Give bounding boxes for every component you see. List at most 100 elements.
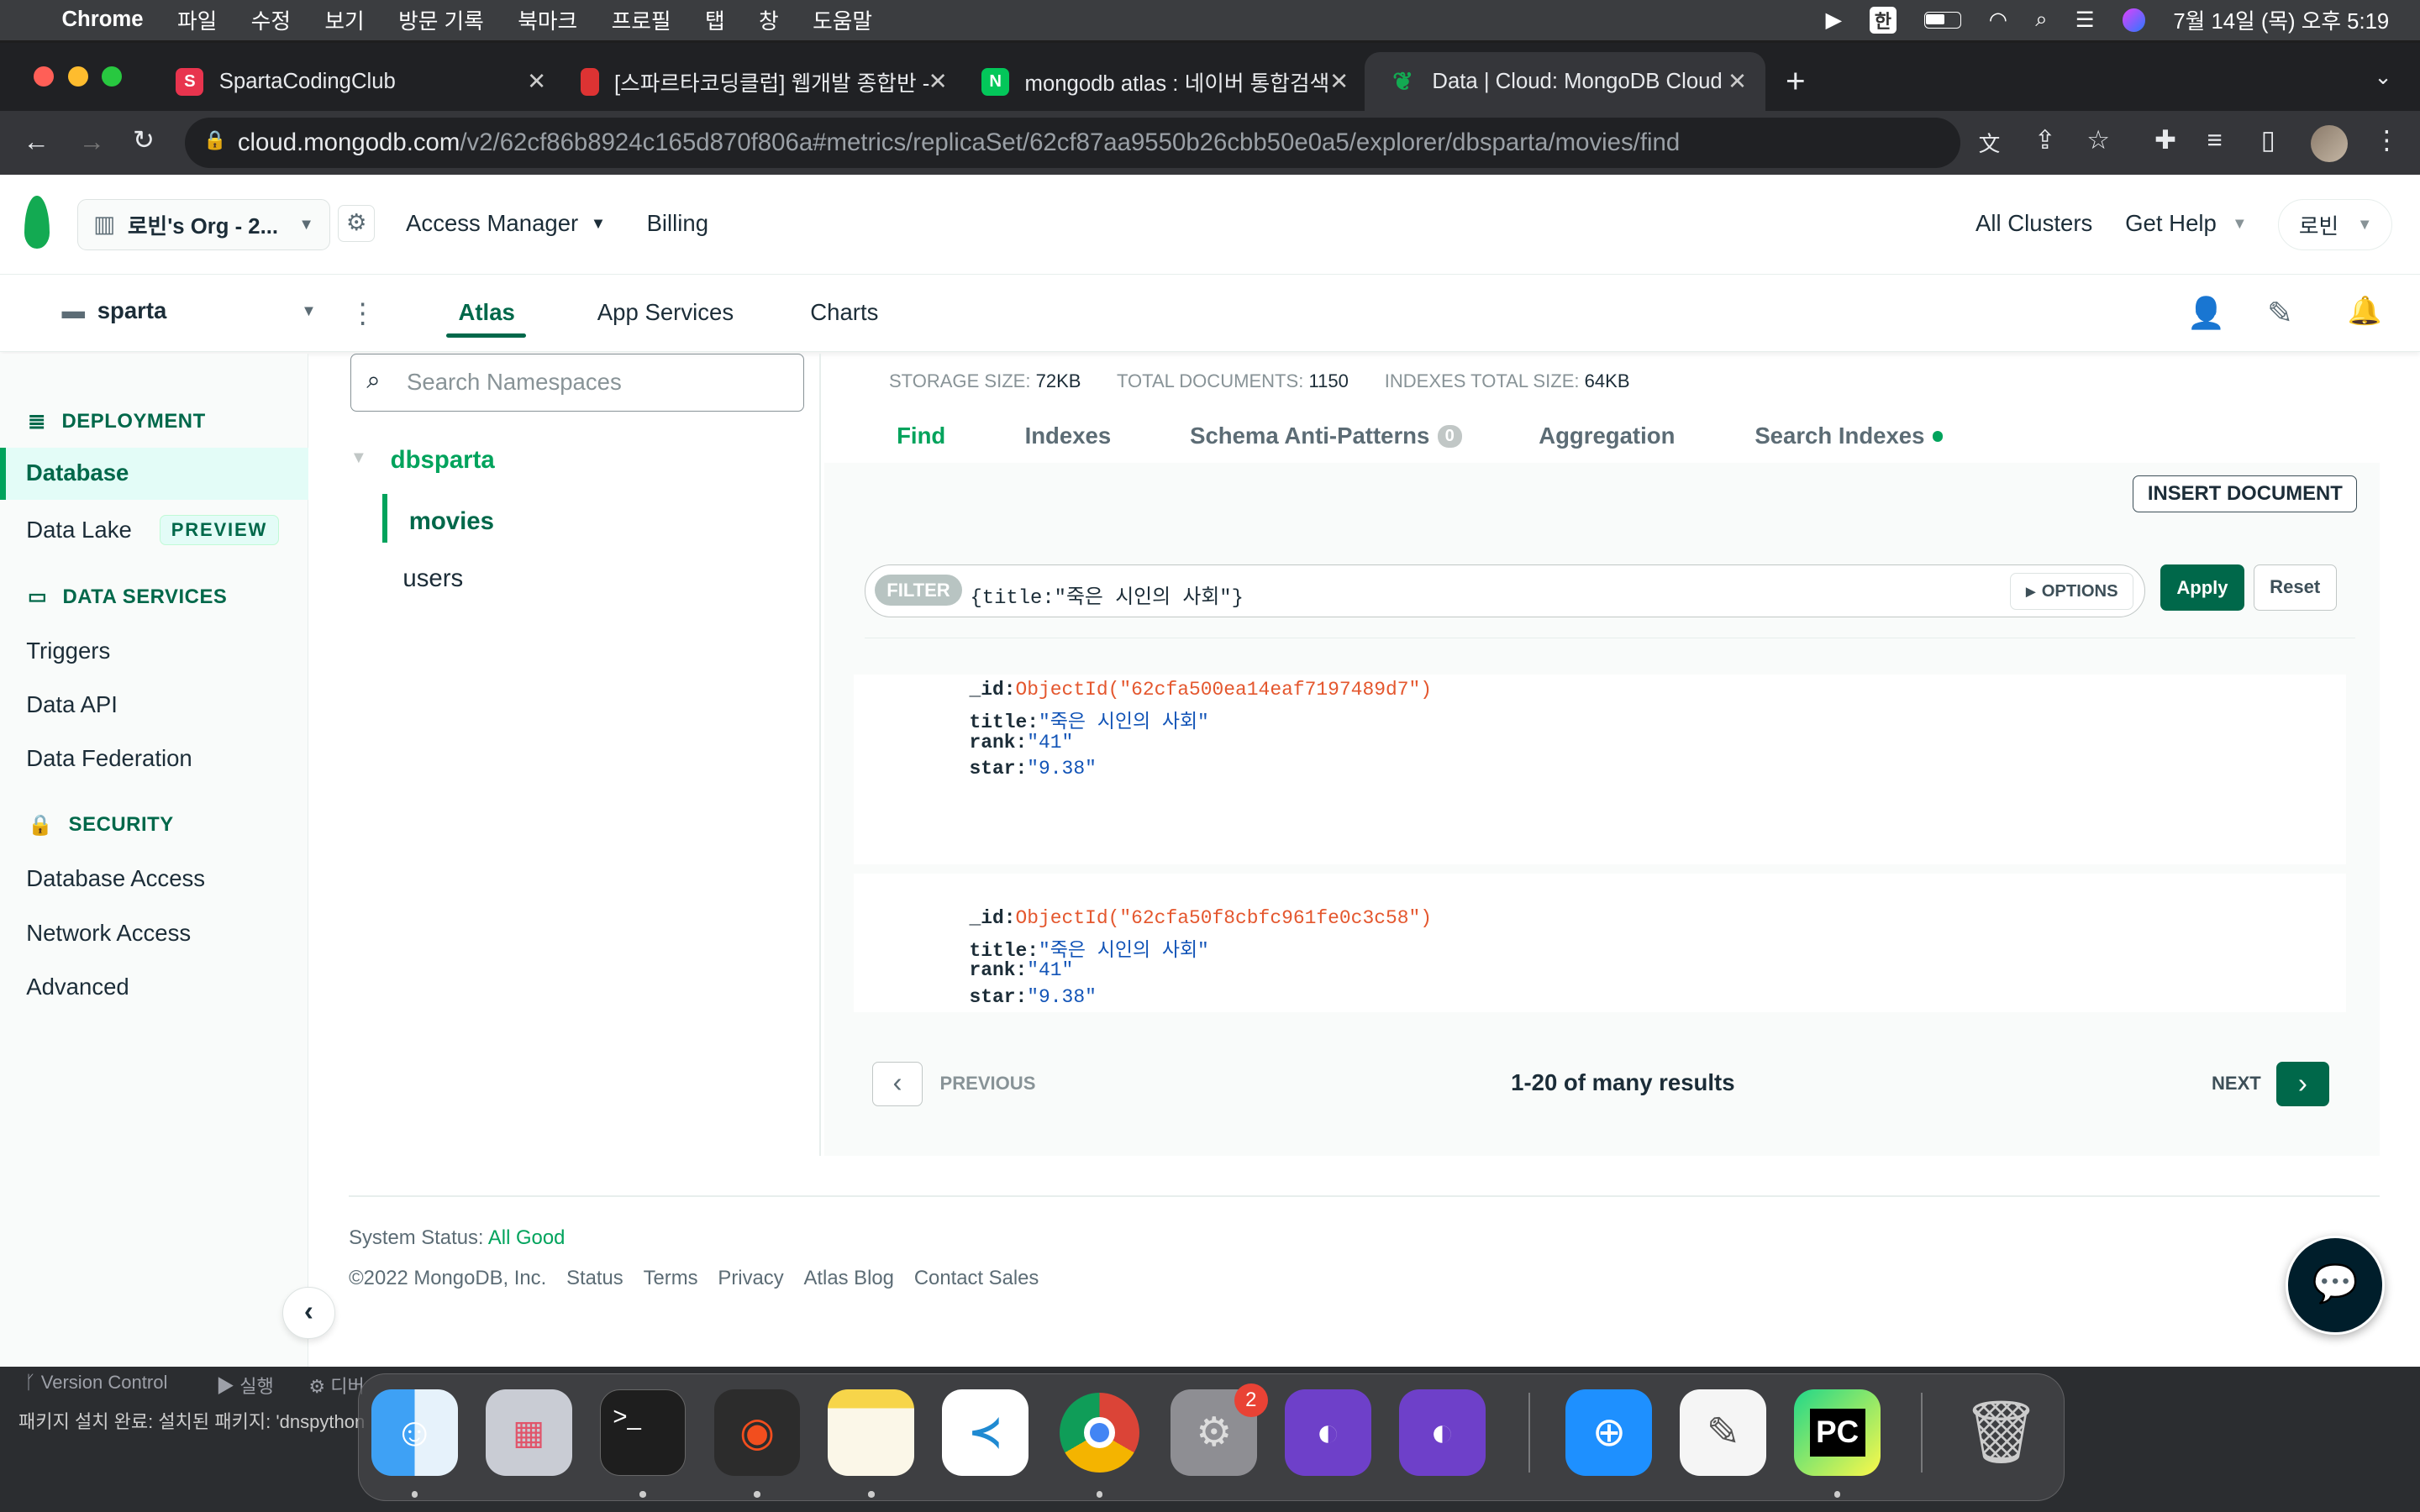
project-options-icon[interactable]: ⋮ bbox=[349, 297, 376, 330]
tab-app-services[interactable]: App Services bbox=[597, 299, 734, 326]
sidebar-item-data-api[interactable]: Data API bbox=[26, 691, 118, 718]
tab-indexes[interactable]: Indexes bbox=[1025, 423, 1112, 449]
safari-icon[interactable]: ⊕ bbox=[1565, 1389, 1653, 1476]
footer-link-contact-sales[interactable]: Contact Sales bbox=[914, 1267, 1039, 1290]
footer-link-privacy[interactable]: Privacy bbox=[718, 1267, 783, 1290]
spotlight-search-icon[interactable]: ⌕ bbox=[2035, 8, 2047, 33]
previous-label[interactable]: PREVIOUS bbox=[940, 1073, 1036, 1095]
next-label[interactable]: NEXT bbox=[2212, 1073, 2261, 1095]
filter-query-input[interactable]: {title:"죽은 시인의 사회"} bbox=[970, 580, 1243, 610]
debug-tool[interactable]: ⚙ 디버 bbox=[308, 1372, 364, 1399]
close-tab-icon[interactable]: ✕ bbox=[1329, 68, 1349, 95]
project-selector[interactable]: ▬ sparta ▼ bbox=[61, 297, 316, 324]
finder-icon[interactable]: ☺ bbox=[371, 1389, 458, 1476]
notifications-bell-icon[interactable]: 🔔 bbox=[2348, 295, 2382, 328]
access-manager-dropdown[interactable]: Access Manager ▼ bbox=[406, 210, 606, 237]
github-desktop-icon[interactable]: ◐ bbox=[1399, 1389, 1486, 1476]
all-clusters-link[interactable]: All Clusters bbox=[1975, 210, 2092, 237]
tab-aggregation[interactable]: Aggregation bbox=[1539, 423, 1675, 449]
insert-document-button[interactable]: INSERT DOCUMENT bbox=[2133, 475, 2358, 513]
org-selector[interactable]: ▥ 로빈's Org - 2... ▼ bbox=[76, 198, 331, 250]
sidebar-item-database[interactable]: Database bbox=[0, 447, 309, 501]
tab-atlas[interactable]: Atlas bbox=[458, 299, 514, 326]
input-method-indicator[interactable]: 한 bbox=[1870, 6, 1897, 34]
mongodb-leaf-logo-icon[interactable] bbox=[24, 196, 50, 249]
terminal-icon[interactable]: >_ bbox=[599, 1389, 687, 1476]
sidebar-item-data-federation[interactable]: Data Federation bbox=[26, 745, 192, 772]
translate-icon[interactable]: 文 bbox=[1979, 127, 2001, 158]
extensions-puzzle-icon[interactable]: ✚ bbox=[2154, 125, 2176, 155]
sidebar-item-network-access[interactable]: Network Access bbox=[26, 920, 191, 947]
document-card[interactable]: _id:ObjectId("62cfa50f8cbfc961fe0c3c58")… bbox=[853, 873, 2346, 1012]
maximize-window-button[interactable] bbox=[102, 66, 123, 87]
menu-item-tab[interactable]: 탭 bbox=[705, 4, 725, 35]
bookmark-star-icon[interactable]: ☆ bbox=[2086, 125, 2110, 155]
tab-schema-anti-patterns[interactable]: Schema Anti-Patterns 0 bbox=[1190, 423, 1463, 449]
menu-item-bookmarks[interactable]: 북마크 bbox=[518, 4, 577, 35]
app-menu-chrome[interactable]: Chrome bbox=[61, 8, 143, 32]
address-bar[interactable]: 🔒 cloud.mongodb.com/v2/62cf86b8924c165d8… bbox=[185, 117, 1960, 169]
forward-arrow-icon[interactable]: → bbox=[79, 127, 105, 157]
siri-icon[interactable] bbox=[2122, 8, 2146, 32]
trash-icon[interactable]: 🗑 bbox=[1958, 1389, 2044, 1476]
github-desktop-icon[interactable]: ◐ bbox=[1285, 1389, 1371, 1476]
collection-item-movies[interactable]: movies bbox=[409, 507, 494, 536]
share-icon[interactable]: ⇪ bbox=[2034, 125, 2056, 155]
media-queue-icon[interactable]: ≡ bbox=[2207, 125, 2222, 155]
close-window-button[interactable] bbox=[34, 66, 55, 87]
collection-item-users[interactable]: users bbox=[402, 564, 463, 593]
billing-link[interactable]: Billing bbox=[647, 210, 709, 237]
user-menu[interactable]: 로빈 ▼ bbox=[2277, 198, 2392, 250]
filter-options-button[interactable]: ▶ OPTIONS bbox=[2010, 573, 2134, 611]
menu-item-window[interactable]: 창 bbox=[759, 4, 779, 35]
footer-link-terms[interactable]: Terms bbox=[644, 1267, 698, 1290]
browser-tab-mongodb-cloud[interactable]: ❦ Data | Cloud: MongoDB Cloud ✕ bbox=[1364, 52, 1766, 112]
tab-charts[interactable]: Charts bbox=[810, 299, 878, 326]
reload-icon[interactable]: ↻ bbox=[133, 125, 155, 155]
search-namespaces-input[interactable]: ⌕ Search Namespaces bbox=[350, 353, 804, 412]
browser-tab-naver-search[interactable]: N mongodb atlas : 네이버 통합검색 ✕ bbox=[960, 52, 1361, 111]
apply-filter-button[interactable]: Apply bbox=[2160, 564, 2244, 612]
caret-down-icon[interactable]: ▼ bbox=[350, 449, 367, 468]
menu-item-history[interactable]: 방문 기록 bbox=[398, 4, 484, 35]
reset-filter-button[interactable]: Reset bbox=[2253, 564, 2337, 612]
launchpad-icon[interactable]: ▦ bbox=[485, 1389, 572, 1476]
document-card[interactable]: _id:ObjectId("62cfa500ea14eaf7197489d7")… bbox=[853, 674, 2346, 883]
version-control-tool[interactable]: ᚴ Version Control bbox=[24, 1372, 167, 1394]
run-tool[interactable]: ▶ 실행 bbox=[216, 1372, 274, 1399]
org-settings-gear-icon[interactable]: ⚙ bbox=[338, 205, 376, 243]
media-play-icon[interactable]: ▶ bbox=[1825, 8, 1842, 33]
new-tab-button[interactable]: + bbox=[1786, 61, 1806, 101]
chrome-menu-icon[interactable]: ⋮ bbox=[2374, 125, 2400, 155]
close-tab-icon[interactable]: ✕ bbox=[1728, 68, 1747, 95]
browser-tab-sparta-course[interactable]: [스파르타코딩클럽] 웹개발 종합반 - ✕ bbox=[559, 52, 960, 111]
profile-avatar[interactable] bbox=[2310, 124, 2348, 162]
menu-item-edit[interactable]: 수정 bbox=[251, 4, 291, 35]
footer-link-atlas-blog[interactable]: Atlas Blog bbox=[804, 1267, 894, 1290]
project-activity-icon[interactable]: ✎ bbox=[2267, 295, 2293, 331]
side-panel-icon[interactable]: ▯ bbox=[2261, 125, 2275, 155]
textedit-icon[interactable]: ✎ bbox=[1680, 1389, 1767, 1476]
vscode-icon[interactable]: ≺ bbox=[942, 1389, 1029, 1476]
tab-search-indexes[interactable]: Search Indexes bbox=[1754, 423, 1944, 449]
chrome-icon[interactable] bbox=[1056, 1389, 1143, 1476]
chat-support-button[interactable]: 💬 bbox=[2286, 1236, 2385, 1335]
footer-link-status[interactable]: Status bbox=[566, 1267, 623, 1290]
tab-search-chevron-icon[interactable]: ⌄ bbox=[2374, 65, 2392, 90]
tab-find[interactable]: Find bbox=[897, 423, 945, 449]
sidebar-item-advanced[interactable]: Advanced bbox=[26, 974, 129, 1000]
system-status-value[interactable]: All Good bbox=[488, 1226, 566, 1249]
menu-item-profiles[interactable]: 프로필 bbox=[612, 4, 671, 35]
previous-page-button[interactable]: ‹ bbox=[871, 1061, 923, 1106]
sidebar-item-triggers[interactable]: Triggers bbox=[26, 638, 110, 664]
battery-icon[interactable] bbox=[1923, 11, 1961, 29]
pycharm-icon[interactable]: PC bbox=[1794, 1389, 1881, 1476]
next-page-button[interactable]: › bbox=[2276, 1061, 2329, 1106]
close-tab-icon[interactable]: ✕ bbox=[527, 68, 546, 95]
figma-icon[interactable]: ◉ bbox=[713, 1389, 801, 1476]
back-arrow-icon[interactable]: ← bbox=[24, 127, 50, 157]
control-center-icon[interactable]: ☰ bbox=[2075, 8, 2095, 33]
sidebar-item-database-access[interactable]: Database Access bbox=[26, 865, 205, 892]
browser-tab-spartacodingclub[interactable]: S SpartaCodingClub ✕ bbox=[155, 52, 559, 111]
menu-item-file[interactable]: 파일 bbox=[177, 4, 217, 35]
